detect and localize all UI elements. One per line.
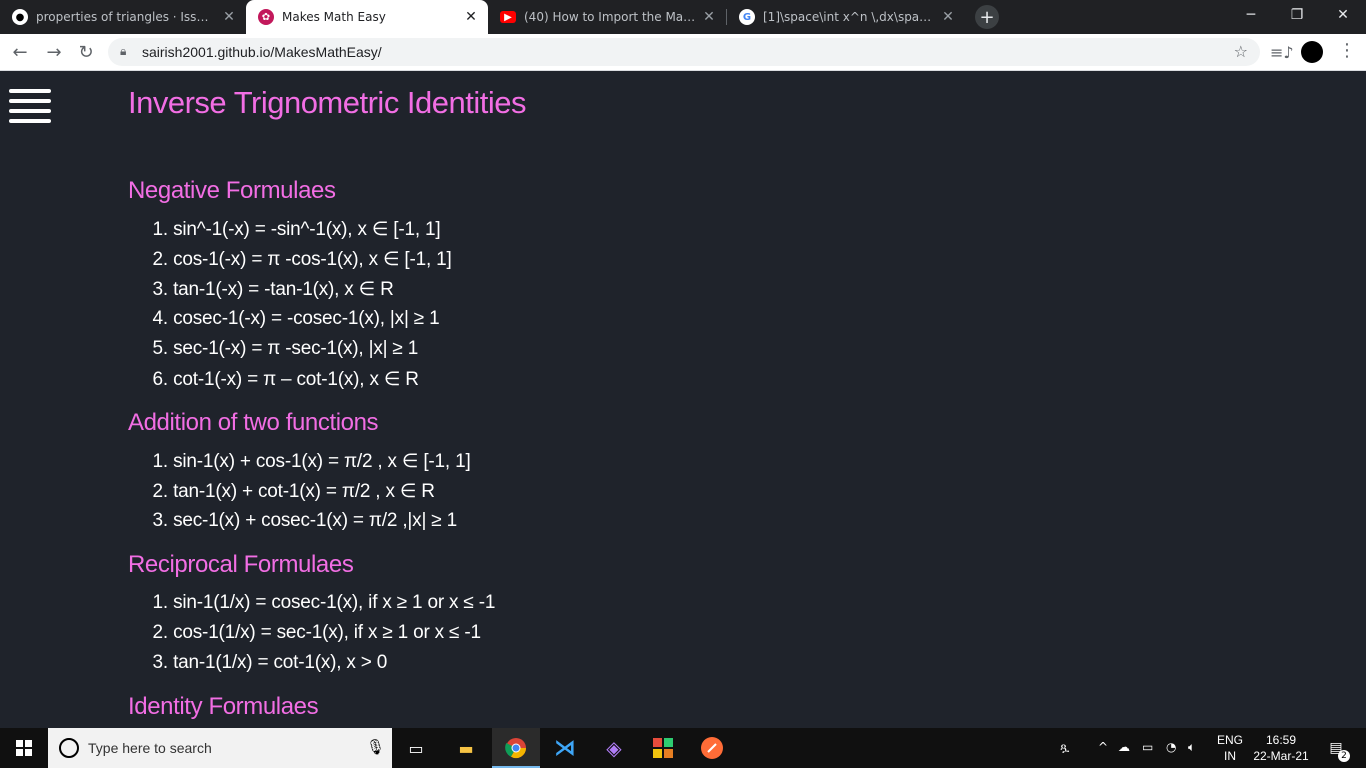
section-heading-identity: Identity Formulaes <box>128 693 319 720</box>
microphone-icon[interactable]: 🎙︎ <box>366 738 385 756</box>
github-icon: ● <box>12 9 28 25</box>
tab-makes-math-easy[interactable]: ✿ Makes Math Easy ✕ <box>246 0 488 34</box>
restore-button[interactable]: ❐ <box>1274 0 1320 30</box>
list-item: 2. tan-1(x) + cot-1(x) = π/2 , x ∈ R <box>152 481 435 502</box>
page-title: Inverse Trignometric Identities <box>128 85 527 120</box>
tab-youtube[interactable]: ▶ (40) How to Import the Math Eq ✕ <box>488 0 726 34</box>
tab-strip: ● properties of triangles · Issue #3 ✕ ✿… <box>0 0 1366 34</box>
task-view-icon[interactable]: ▭ <box>404 736 428 760</box>
tab-github-issue[interactable]: ● properties of triangles · Issue #3 ✕ <box>0 0 246 34</box>
start-button[interactable] <box>0 728 48 768</box>
lock-icon: 🔒︎ <box>120 44 127 58</box>
media-control-icon[interactable]: ≡♪ <box>1270 43 1294 62</box>
vscode-icon[interactable]: ⋊ <box>553 736 577 761</box>
close-icon[interactable]: ✕ <box>702 9 716 25</box>
forward-button[interactable]: → <box>42 40 66 64</box>
list-item: 2. cos-1(-x) = π -cos-1(x), x ∈ [-1, 1] <box>152 249 452 270</box>
section-heading-addition: Addition of two functions <box>128 409 379 436</box>
list-item: 6. cot-1(-x) = π – cot-1(x), x ∈ R <box>152 369 419 390</box>
bookmark-star-icon[interactable]: ☆ <box>1234 42 1248 61</box>
list-item: 5. sec-1(-x) = π -sec-1(x), |x| ≥ 1 <box>152 338 419 359</box>
volume-icon[interactable]: 🔈︎ <box>1188 740 1195 755</box>
search-placeholder: Type here to search <box>88 740 212 756</box>
postman-icon[interactable] <box>700 736 724 760</box>
list-item: 3. sec-1(x) + cosec-1(x) = π/2 ,|x| ≥ 1 <box>152 510 458 531</box>
close-window-button[interactable]: ✕ <box>1320 0 1366 30</box>
office-app-icon[interactable] <box>651 736 675 760</box>
list-item: 3. tan-1(1/x) = cot-1(x), x > 0 <box>152 652 388 673</box>
cortana-icon <box>59 738 79 758</box>
section-heading-negative: Negative Formulaes <box>128 177 336 204</box>
back-button[interactable]: ← <box>8 40 32 64</box>
taskbar-search-box[interactable]: Type here to search 🎙︎ <box>48 728 392 768</box>
onedrive-cloud-icon[interactable]: ☁ <box>1118 740 1130 754</box>
profile-avatar[interactable] <box>1301 41 1323 63</box>
system-clock[interactable]: 16:59 22-Mar-21 <box>1250 732 1312 764</box>
windows-logo-icon <box>16 740 32 756</box>
language-indicator[interactable]: ENG IN <box>1214 732 1246 764</box>
list-item: 1. sin^-1(-x) = -sin^-1(x), x ∈ [-1, 1] <box>152 219 441 240</box>
close-icon[interactable]: ✕ <box>941 9 955 25</box>
list-item: 2. cos-1(1/x) = sec-1(x), if x ≥ 1 or x … <box>152 622 481 643</box>
new-tab-button[interactable]: + <box>975 5 999 29</box>
file-explorer-icon[interactable]: ▬ <box>454 736 478 760</box>
tab-title: (40) How to Import the Math Eq <box>524 10 696 24</box>
minimize-button[interactable]: ─ <box>1228 0 1274 30</box>
menu-kebab-icon[interactable]: ⋮ <box>1338 40 1356 61</box>
tab-title: properties of triangles · Issue #3 <box>36 10 216 24</box>
address-bar[interactable]: 🔒︎ sairish2001.github.io/MakesMathEasy/ … <box>108 38 1260 66</box>
tab-title: [1]\space\int x^n \,dx\space=\fr <box>763 10 935 24</box>
flower-icon: ✿ <box>258 9 274 25</box>
notification-center-icon[interactable]: ▤ 2 <box>1324 736 1350 762</box>
windows-taskbar: Type here to search 🎙︎ ▭ ▬ ⋊ ◈ ጿ ^ ☁ ▭ ◔… <box>0 728 1366 768</box>
section-heading-reciprocal: Reciprocal Formulaes <box>128 551 354 578</box>
chrome-icon[interactable] <box>504 736 528 760</box>
google-icon: G <box>739 9 755 25</box>
page-content: Inverse Trignometric Identities Negative… <box>0 71 1366 728</box>
chevron-up-icon[interactable]: ^ <box>1098 740 1108 754</box>
browser-toolbar: ← → ↻ 🔒︎ sairish2001.github.io/MakesMath… <box>0 34 1366 71</box>
youtube-icon: ▶ <box>500 11 516 23</box>
url-text: sairish2001.github.io/MakesMathEasy/ <box>142 44 382 60</box>
close-icon[interactable]: ✕ <box>464 9 478 25</box>
list-item: 3. tan-1(-x) = -tan-1(x), x ∈ R <box>152 279 394 300</box>
tab-title: Makes Math Easy <box>282 10 386 24</box>
close-icon[interactable]: ✕ <box>222 9 236 25</box>
menu-hamburger-icon[interactable] <box>9 89 51 123</box>
battery-icon[interactable]: ▭ <box>1142 740 1153 754</box>
list-item: 1. sin-1(x) + cos-1(x) = π/2 , x ∈ [-1, … <box>152 451 471 472</box>
list-item: 1. sin-1(1/x) = cosec-1(x), if x ≥ 1 or … <box>152 592 496 613</box>
people-icon[interactable]: ጿ <box>1060 740 1069 755</box>
tab-google[interactable]: G [1]\space\int x^n \,dx\space=\fr ✕ <box>727 0 965 34</box>
reload-button[interactable]: ↻ <box>74 40 98 64</box>
list-item: 4. cosec-1(-x) = -cosec-1(x), |x| ≥ 1 <box>152 308 440 329</box>
git-kraken-icon[interactable]: ◈ <box>602 736 626 760</box>
wifi-icon[interactable]: ◔ <box>1166 740 1176 754</box>
